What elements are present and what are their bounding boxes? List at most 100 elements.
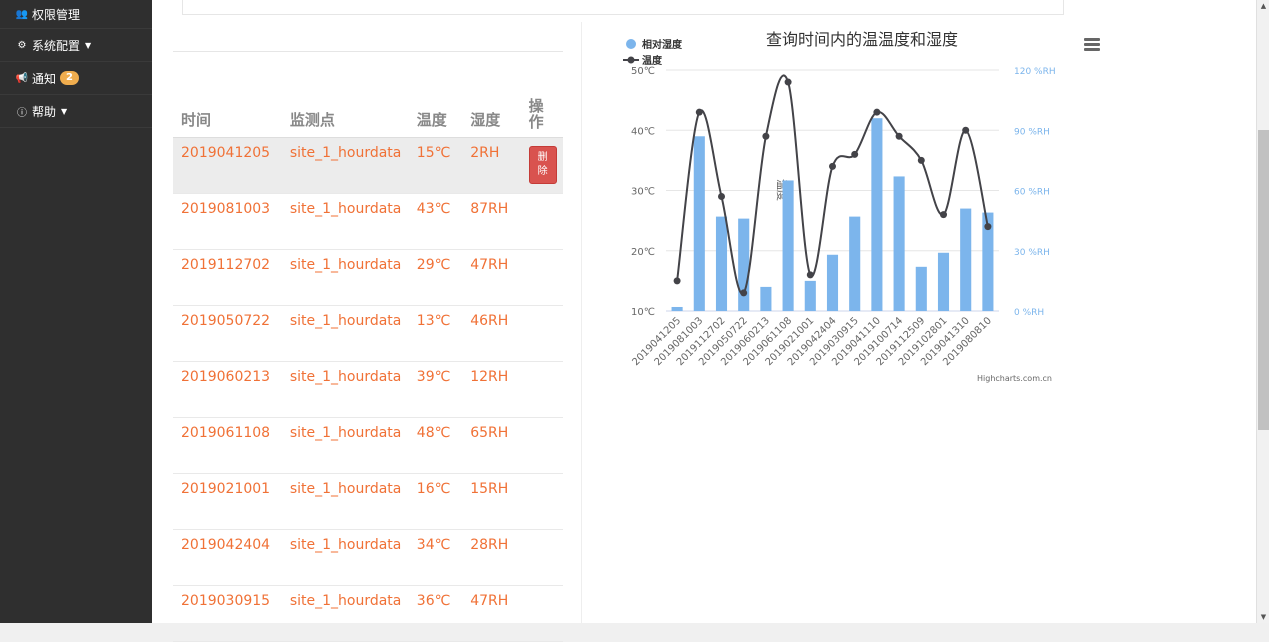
table-row: 2019042404 site_1_hourdata 34℃ 28RH: [173, 529, 563, 586]
caret-down-icon: ▼: [85, 40, 92, 50]
cell-humidity: 2RH: [462, 137, 521, 194]
bar-humidity: [693, 136, 705, 311]
cell-site: site_1_hourdata: [281, 305, 409, 362]
bar-humidity: [893, 176, 905, 311]
header-temp: 温度: [408, 94, 463, 138]
cell-time: 2019061108: [173, 417, 282, 474]
header-time: 时间: [173, 94, 282, 138]
cell-temp: 36℃: [408, 585, 463, 642]
sidebar-item-0[interactable]: 👥 权限管理: [0, 0, 152, 29]
cell-action: [520, 529, 563, 586]
sidebar-item-2[interactable]: 📢 通知 2: [0, 62, 152, 95]
bullhorn-icon: 📢: [15, 72, 29, 84]
sidebar: 👥 权限管理 ⚙ 系统配置 ▼ 📢 通知 2 ⓘ 帮助 ▼: [0, 0, 152, 623]
table-row: 2019060213 site_1_hourdata 39℃ 12RH: [173, 361, 563, 418]
scroll-down-arrow-icon[interactable]: ▼: [1257, 613, 1269, 621]
temperature-point: [940, 211, 947, 219]
header-action: 操作: [520, 94, 563, 138]
cell-time: 2019042404: [173, 529, 282, 586]
y-left-tick-label: 10℃: [631, 307, 655, 318]
cell-humidity: 12RH: [462, 361, 521, 418]
cell-time: 2019081003: [173, 193, 282, 250]
y-left-tick-label: 20℃: [631, 247, 655, 258]
bar-humidity: [782, 180, 794, 311]
y-right-tick-label: 60 %RH: [1014, 188, 1050, 198]
sidebar-item-label: 帮助: [32, 104, 57, 119]
sidebar-item-label: 系统配置: [32, 38, 81, 53]
y-left-tick-label: 30℃: [631, 187, 655, 198]
chart-title: 查询时间内的温温度和湿度: [766, 30, 958, 49]
bar-humidity: [671, 306, 683, 311]
legend-temp-symbol: [627, 56, 635, 64]
page-scrollbar[interactable]: ▲ ▼: [1256, 0, 1269, 623]
table-row: 2019081003 site_1_hourdata 43℃ 87RH: [173, 193, 563, 250]
temperature-point: [895, 132, 903, 140]
bar-humidity: [804, 280, 816, 311]
cell-humidity: 47RH: [462, 585, 521, 642]
temperature-point: [917, 156, 925, 164]
header-humidity: 湿度: [462, 94, 521, 138]
sidebar-item-3[interactable]: ⓘ 帮助 ▼: [0, 95, 152, 128]
cell-temp: 34℃: [408, 529, 463, 586]
sidebar-item-1[interactable]: ⚙ 系统配置 ▼: [0, 29, 152, 62]
cell-temp: 13℃: [408, 305, 463, 362]
legend-humidity-symbol: [626, 39, 636, 49]
table-header-row: 时间 监测点 温度 湿度 操作: [173, 94, 563, 138]
main-content: 时间 监测点 温度 湿度 操作 2019041205 site_1_hourdat…: [152, 0, 1256, 642]
table-row: 2019061108 site_1_hourdata 48℃ 65RH: [173, 417, 563, 474]
cell-site: site_1_hourdata: [281, 473, 409, 530]
bar-humidity: [960, 208, 972, 311]
temperature-point: [851, 150, 859, 158]
cell-site: site_1_hourdata: [281, 249, 409, 306]
sidebar-item-label: 通知: [32, 71, 57, 86]
cell-temp: 16℃: [408, 473, 463, 530]
cell-humidity: 87RH: [462, 193, 521, 250]
temperature-point: [695, 108, 703, 116]
cogs-icon: ⚙: [17, 39, 27, 51]
cell-site: site_1_hourdata: [281, 417, 409, 474]
cell-action: [520, 249, 563, 306]
cell-humidity: 47RH: [462, 249, 521, 306]
scroll-up-arrow-icon[interactable]: ▲: [1257, 2, 1269, 10]
cell-time: 2019030915: [173, 585, 282, 642]
data-table-card: 时间 监测点 温度 湿度 操作 2019041205 site_1_hourdat…: [173, 22, 582, 642]
users-icon: 👥: [15, 8, 29, 20]
temperature-point: [762, 132, 770, 140]
sidebar-item-label: 权限管理: [32, 7, 81, 22]
temperature-point: [806, 271, 814, 279]
cell-time: 2019050722: [173, 305, 282, 362]
notification-badge: 2: [60, 71, 79, 85]
cell-action: [520, 417, 563, 474]
bar-humidity: [760, 286, 772, 311]
bar-humidity: [871, 118, 883, 311]
legend-temp-label: 温度: [642, 54, 663, 67]
table-row: 2019030915 site_1_hourdata 36℃ 47RH: [173, 585, 563, 642]
cell-site: site_1_hourdata: [281, 361, 409, 418]
temperature-point: [873, 108, 881, 116]
delete-button[interactable]: 删除: [528, 146, 557, 184]
cell-site: site_1_hourdata: [281, 193, 409, 250]
cell-site: site_1_hourdata: [281, 137, 409, 194]
cell-site: site_1_hourdata: [281, 529, 409, 586]
cell-temp: 39℃: [408, 361, 463, 418]
y-right-tick-label: 90 %RH: [1014, 127, 1050, 137]
cell-humidity: 15RH: [462, 473, 521, 530]
menu-icon-bar: [1084, 38, 1100, 41]
cell-time: 2019060213: [173, 361, 282, 418]
cell-action: 删除: [520, 137, 563, 194]
top-panel-edge: [182, 0, 1064, 15]
bar-humidity: [738, 218, 750, 311]
delete-label: 删除: [537, 152, 548, 177]
scroll-thumb[interactable]: [1258, 130, 1269, 430]
temperature-point: [962, 126, 970, 134]
cell-humidity: 65RH: [462, 417, 521, 474]
divider: [173, 51, 563, 52]
cell-time: 2019041205: [173, 137, 282, 194]
temperature-point: [718, 193, 725, 201]
table-row: 2019021001 site_1_hourdata 16℃ 15RH: [173, 473, 563, 530]
temperature-point: [984, 223, 992, 231]
chart-menu-button[interactable]: [1084, 38, 1100, 53]
cell-temp: 43℃: [408, 193, 463, 250]
cell-action: [520, 361, 563, 418]
cell-time: 2019021001: [173, 473, 282, 530]
